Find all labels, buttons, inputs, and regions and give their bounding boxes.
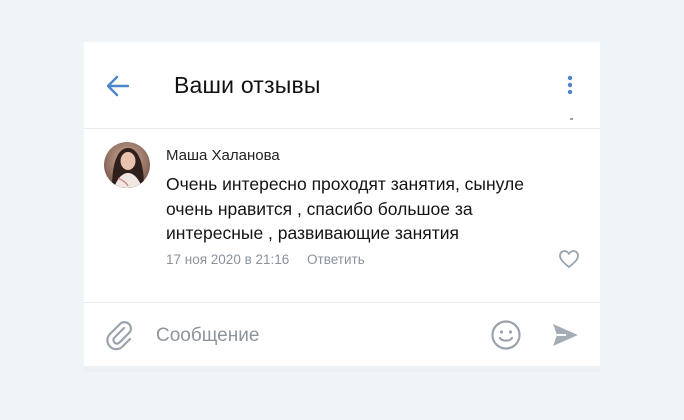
- more-button[interactable]: [562, 72, 578, 100]
- avatar-image: [104, 142, 150, 188]
- avatar[interactable]: [104, 142, 150, 188]
- back-button[interactable]: [104, 72, 132, 100]
- smile-icon: [491, 320, 521, 350]
- send-icon: [553, 324, 578, 346]
- more-vertical-icon: [567, 75, 573, 95]
- like-button[interactable]: [558, 249, 580, 269]
- message-input[interactable]: [154, 319, 478, 353]
- heart-icon: [559, 250, 579, 268]
- page-title: Ваши отзывы: [174, 72, 321, 98]
- paperclip-icon: [106, 321, 132, 351]
- message-composer: [84, 302, 600, 367]
- attach-button[interactable]: [104, 319, 134, 351]
- comment-meta: 17 ноя 2020 в 21:16 Ответить: [166, 252, 365, 267]
- send-button[interactable]: [550, 320, 580, 350]
- reply-button[interactable]: Ответить: [307, 252, 365, 267]
- comment-item: Маша Халанова Очень интересно проходят з…: [84, 128, 600, 302]
- comment-author[interactable]: Маша Халанова: [166, 147, 280, 164]
- arrow-left-icon: [106, 75, 130, 97]
- comment-date: 17 ноя 2020 в 21:16: [166, 252, 290, 267]
- emoji-button[interactable]: [490, 319, 522, 351]
- bottom-divider: [84, 366, 600, 372]
- scroll-indicator: [570, 118, 573, 120]
- header-bar: Ваши отзывы: [84, 42, 600, 129]
- comment-text: Очень интересно проходят занятия, сынуле…: [166, 174, 524, 243]
- comments-panel: Ваши отзывы Маша Халанова Очень интересн…: [84, 42, 600, 372]
